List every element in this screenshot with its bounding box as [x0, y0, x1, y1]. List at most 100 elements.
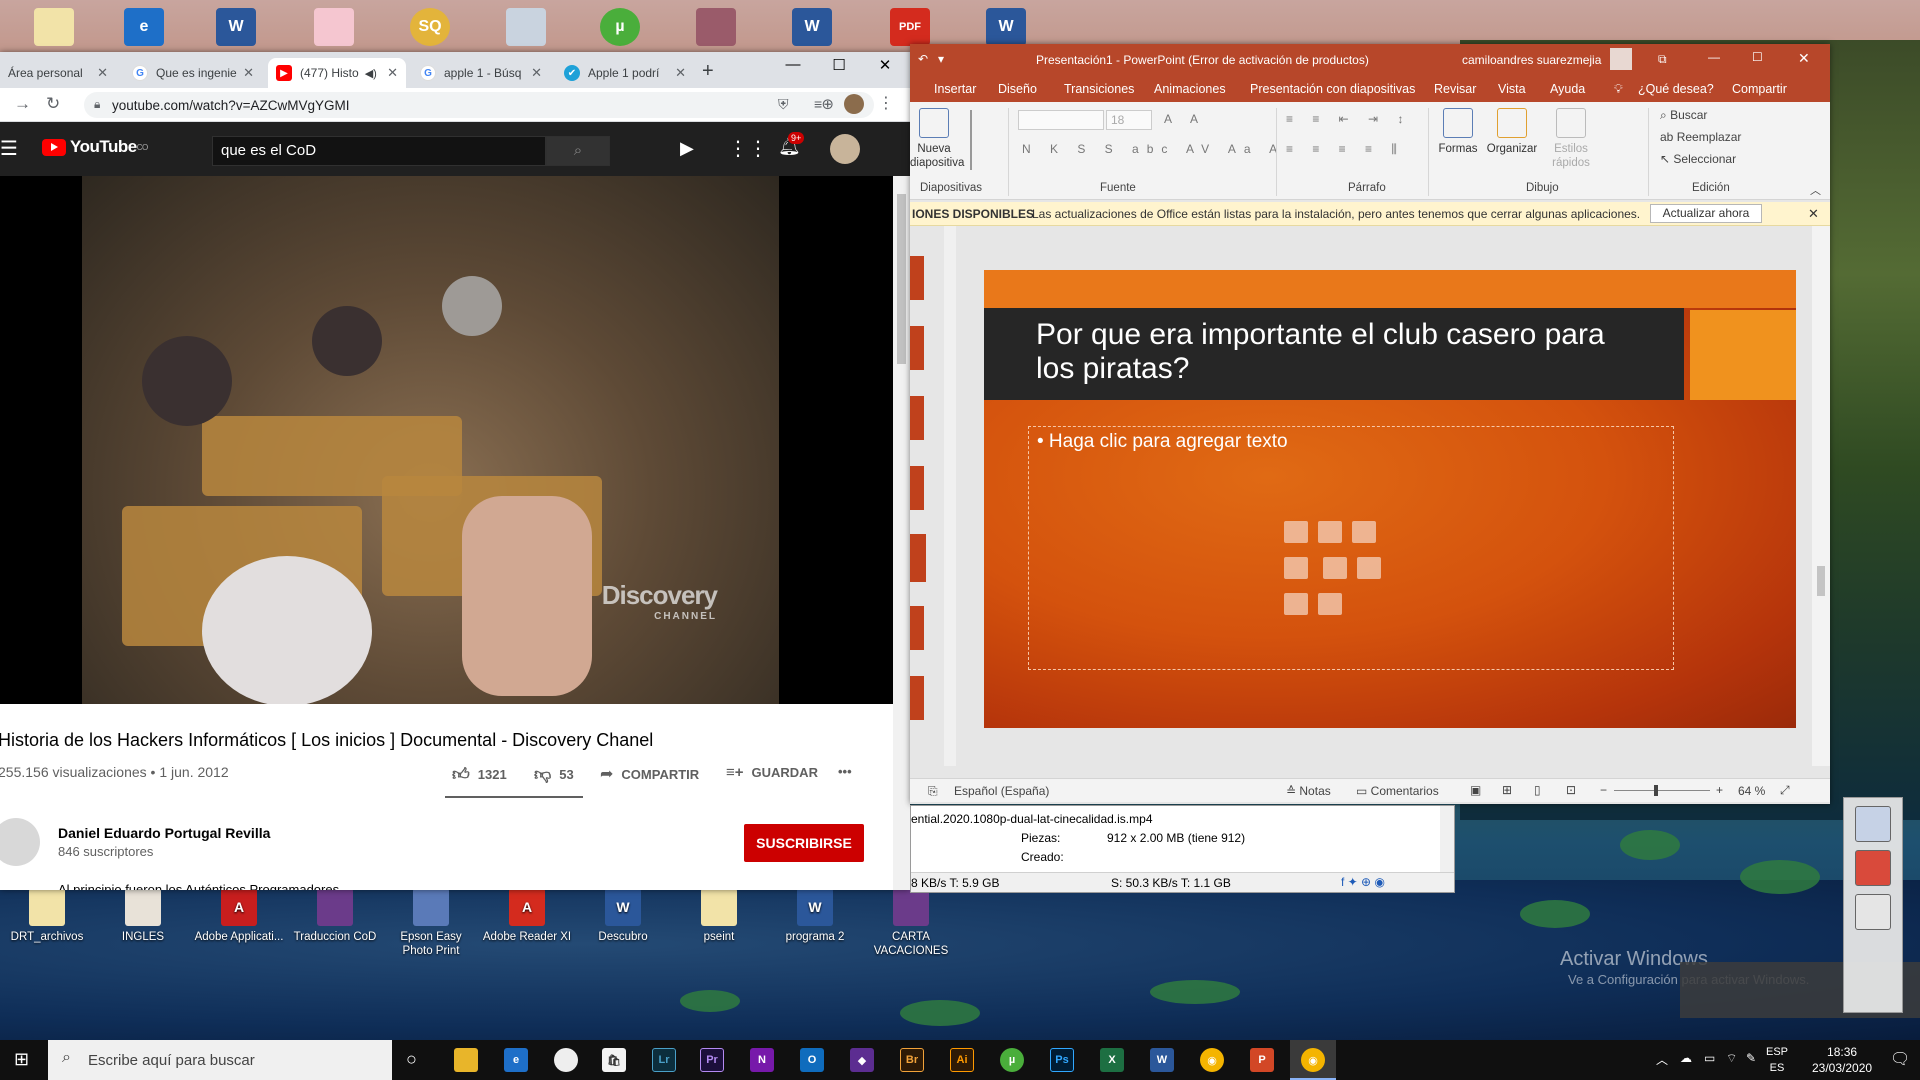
zoom-slider-thumb[interactable] — [1654, 785, 1658, 796]
slide-title[interactable]: Por que era importante el club casero pa… — [984, 308, 1684, 400]
forward-icon[interactable]: → — [14, 94, 31, 114]
menu-kebab-icon[interactable]: ⋮ — [878, 93, 894, 113]
word-doc-icon[interactable]: W — [986, 8, 1026, 46]
folder-icon[interactable] — [34, 8, 74, 46]
details-scrollbar[interactable] — [1440, 806, 1454, 872]
slide-thumbnail[interactable] — [910, 326, 924, 370]
shapes-button[interactable]: Formas — [1438, 108, 1478, 156]
video-player[interactable]: Discovery CHANNEL — [0, 176, 893, 704]
desktop-icon-traduccion-cod[interactable]: Traduccion CoD — [290, 888, 380, 944]
collapse-ribbon-icon[interactable]: ︿ — [1810, 182, 1821, 198]
outlook-icon[interactable]: O — [800, 1048, 824, 1072]
illustrator-icon[interactable]: Ai — [950, 1048, 974, 1072]
font-size-select[interactable]: 18 — [1106, 110, 1152, 130]
minimize-button[interactable]: — — [1708, 50, 1720, 64]
close-tab-icon[interactable]: ✕ — [675, 65, 686, 81]
tray-app-icon[interactable] — [1855, 850, 1891, 886]
channel-name[interactable]: Daniel Eduardo Portugal Revilla — [58, 825, 270, 841]
youtube-logo[interactable]: YouTube CO — [42, 137, 148, 157]
undo-icon[interactable]: ↶ — [918, 52, 928, 66]
desktop-icon-pseint[interactable]: pseint — [674, 888, 764, 944]
insert-video-icon[interactable] — [1284, 593, 1308, 615]
like-button[interactable]: 👍︎ 1321 — [452, 764, 507, 785]
social-icons[interactable]: f ✦ ⊕ ◉ — [1341, 875, 1385, 889]
close-window-button[interactable]: ✕ — [1798, 50, 1810, 67]
slide-canvas[interactable]: Por que era importante el club casero pa… — [984, 270, 1796, 728]
active-chrome-taskbar-button[interactable]: ◉ — [1290, 1040, 1336, 1080]
powerpoint-icon[interactable]: P — [1250, 1048, 1274, 1072]
audio-playing-icon[interactable]: ◀) — [365, 67, 377, 80]
reading-view-icon[interactable]: ▯ — [1534, 783, 1541, 797]
font-format-icons[interactable]: N K S S abc AV Aa A — [1022, 142, 1285, 156]
channel-avatar[interactable] — [0, 818, 40, 866]
image-thumbnail-icon[interactable] — [696, 8, 736, 46]
wifi-icon[interactable]: ⌔ — [1726, 1051, 1737, 1066]
image-file-icon[interactable] — [314, 8, 354, 46]
bridge-icon[interactable]: Br — [900, 1048, 924, 1072]
tell-me-search[interactable]: ¿Qué desea? — [1638, 82, 1714, 96]
tab-area-personal[interactable]: Área personal ✕ — [0, 58, 116, 88]
tab-youtube-video[interactable]: ▶ (477) Histo ◀) ✕ — [268, 58, 406, 88]
reload-icon[interactable]: ↻ — [46, 94, 60, 114]
language-status[interactable]: Español (España) — [954, 784, 1049, 798]
scrollbar-thumb[interactable] — [1817, 566, 1825, 596]
tab-animaciones[interactable]: Animaciones — [1154, 82, 1226, 96]
maximize-button[interactable]: ☐ — [1752, 50, 1763, 64]
network-icon[interactable]: ☁ — [1680, 1051, 1692, 1065]
zoom-in-icon[interactable]: + — [1716, 783, 1723, 797]
store-icon[interactable]: 🛍︎ — [602, 1048, 626, 1072]
onenote-icon[interactable]: N — [750, 1048, 774, 1072]
normal-view-icon[interactable]: ▣ — [1470, 783, 1481, 797]
photoshop-icon[interactable]: Ps — [1050, 1048, 1074, 1072]
account-avatar[interactable] — [830, 134, 860, 164]
new-tab-button[interactable]: + — [702, 60, 714, 83]
tab-revisar[interactable]: Revisar — [1434, 82, 1476, 96]
close-tab-icon[interactable]: ✕ — [387, 65, 398, 81]
display-icon[interactable]: ▭ — [1704, 1051, 1715, 1065]
font-grow-shrink-icons[interactable]: A A — [1164, 112, 1206, 126]
cloud-app-icon[interactable] — [554, 1048, 578, 1072]
insert-smartart-icon[interactable] — [1352, 521, 1376, 543]
list-indent-icons[interactable]: ≡ ≡ ⇤ ⇥ ↕ — [1286, 112, 1411, 126]
slide-thumbnail-selected[interactable] — [910, 534, 926, 582]
zoom-slider[interactable] — [1614, 785, 1710, 796]
tell-me-icon[interactable]: 💡︎ — [1614, 82, 1623, 97]
sq-app-icon[interactable]: SQ — [410, 8, 450, 46]
slide-thumbnail[interactable] — [910, 606, 924, 650]
insert-picture-icon[interactable] — [1323, 557, 1348, 579]
slide-thumbnail[interactable] — [910, 466, 924, 510]
close-tab-icon[interactable]: ✕ — [531, 65, 542, 81]
insert-3d-model-icon[interactable] — [1284, 557, 1308, 579]
file-explorer-icon[interactable] — [454, 1048, 478, 1072]
page-scrollbar[interactable] — [893, 176, 910, 890]
desktop-icon-adobe-reader[interactable]: A Adobe Reader XI — [482, 888, 572, 944]
tab-apple-1-busqueda[interactable]: G apple 1 - Búsq ✕ — [412, 58, 550, 88]
desktop-icon-ingles[interactable]: INGLES — [98, 888, 188, 944]
desktop-icon-drt-archivos[interactable]: DRT_archivos — [2, 888, 92, 944]
windows-start-icon[interactable]: ⊞ — [14, 1049, 29, 1070]
insert-icons-icon[interactable] — [1318, 593, 1342, 615]
cortana-icon[interactable]: ○ — [406, 1049, 417, 1070]
desktop-icon-programa-2[interactable]: W programa 2 — [770, 888, 860, 944]
new-slide-button[interactable]: Nueva diapositiva — [910, 108, 964, 170]
tab-insertar[interactable]: Insertar — [934, 82, 976, 96]
shield-extension-icon[interactable]: ⛨ — [778, 96, 789, 113]
media-control-icon[interactable]: ≡ — [814, 96, 822, 112]
slide-thumbnail[interactable] — [910, 396, 924, 440]
zoom-level[interactable]: 64 % — [1738, 784, 1765, 798]
desktop-icon-epson-easy-photo-print[interactable]: Epson Easy Photo Print — [386, 888, 476, 958]
subscribe-button[interactable]: SUSCRIBIRSE — [744, 824, 864, 862]
premiere-icon[interactable]: Pr — [700, 1048, 724, 1072]
word-icon[interactable]: W — [1150, 1048, 1174, 1072]
quick-styles-button[interactable]: Estilos rápidos — [1546, 108, 1596, 170]
tray-app-icon[interactable] — [1855, 806, 1891, 842]
signed-in-user[interactable]: camiloandres suarezmejia — [1462, 53, 1601, 67]
maximize-button[interactable]: ☐ — [816, 56, 862, 74]
hamburger-menu-icon[interactable]: ☰ — [0, 136, 18, 161]
translate-icon[interactable]: ⊕ — [821, 95, 834, 113]
create-video-icon[interactable]: ▶︎ — [680, 138, 694, 159]
save-button[interactable]: ≡+ GUARDAR — [726, 764, 818, 781]
youtube-search-button[interactable]: ⌕ — [546, 136, 610, 166]
minimize-button[interactable]: — — [770, 56, 816, 73]
share-button[interactable]: ➦ COMPARTIR — [600, 764, 699, 784]
